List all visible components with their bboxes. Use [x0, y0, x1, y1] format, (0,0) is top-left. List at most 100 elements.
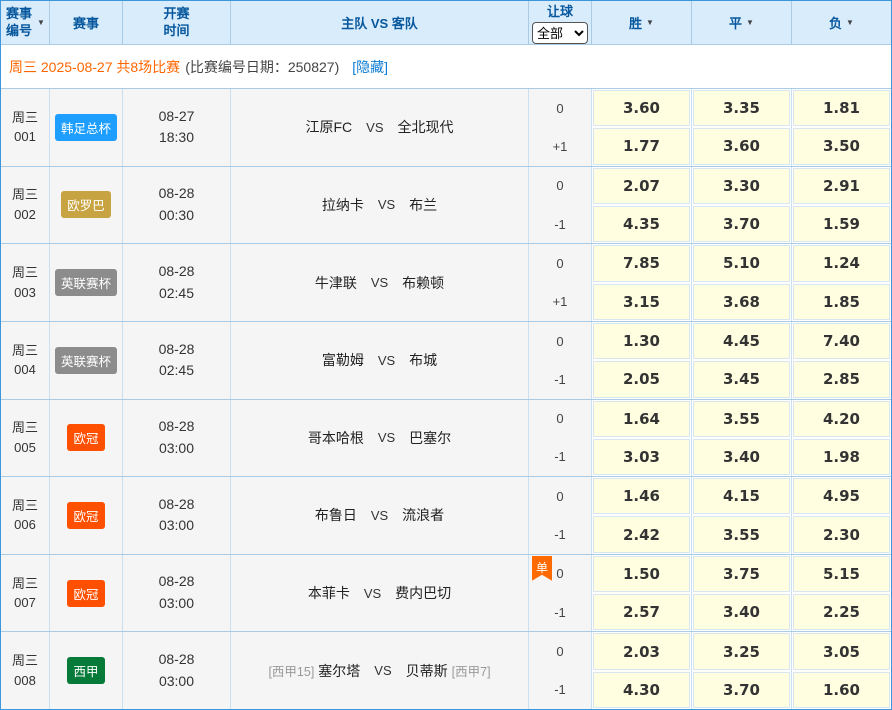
handicap-value: 0 [529, 89, 591, 127]
lose-odds[interactable]: 1.59 [793, 206, 890, 242]
teams-cell: 牛津联VS布赖顿 [231, 244, 529, 321]
column-header-win[interactable]: 胜▼ [592, 1, 692, 44]
win-odds[interactable]: 2.42 [593, 516, 690, 552]
column-header-lose[interactable]: 负▼ [792, 1, 891, 44]
win-odds[interactable]: 1.77 [593, 128, 690, 164]
filter-arrow-icon[interactable]: ▼ [846, 18, 854, 27]
vs-label: VS [371, 275, 388, 290]
column-header-label: 赛事编号 [5, 6, 33, 40]
lose-odds[interactable]: 4.95 [793, 478, 890, 514]
draw-odds[interactable]: 3.25 [693, 633, 790, 669]
lose-odds[interactable]: 2.85 [793, 361, 890, 397]
win-odds[interactable]: 7.85 [593, 245, 690, 281]
vs-label: VS [364, 586, 381, 601]
lose-odds[interactable]: 7.40 [793, 323, 890, 359]
away-team: 布城 [409, 350, 437, 370]
league-cell: 欧冠 [50, 555, 123, 632]
win-odds-column: 1.643.03 [592, 400, 692, 477]
lose-odds[interactable]: 1.60 [793, 672, 890, 708]
draw-odds[interactable]: 3.45 [693, 361, 790, 397]
match-row: 周三005 欧冠 08-2803:00 哥本哈根VS巴塞尔 0-1 1.643.… [1, 400, 891, 478]
lose-odds-column: 4.952.30 [792, 477, 891, 554]
win-odds[interactable]: 2.05 [593, 361, 690, 397]
win-odds[interactable]: 1.64 [593, 401, 690, 437]
draw-odds[interactable]: 3.55 [693, 401, 790, 437]
win-odds[interactable]: 4.35 [593, 206, 690, 242]
lose-odds-column: 4.201.98 [792, 400, 891, 477]
draw-odds[interactable]: 3.75 [693, 556, 790, 592]
draw-odds[interactable]: 3.55 [693, 516, 790, 552]
draw-odds-column: 3.353.60 [692, 89, 792, 166]
draw-odds-column: 4.453.45 [692, 322, 792, 399]
lose-odds[interactable]: 2.25 [793, 594, 890, 630]
lose-odds[interactable]: 1.98 [793, 439, 890, 475]
kickoff-time: 08-2802:45 [123, 244, 231, 321]
match-row: 周三003 英联赛杯 08-2802:45 牛津联VS布赖顿 0+1 7.853… [1, 244, 891, 322]
draw-odds[interactable]: 3.35 [693, 90, 790, 126]
column-header-league: 赛事 [50, 1, 123, 44]
sort-arrow-icon[interactable]: ▼ [37, 18, 45, 27]
column-header-teams: 主队 VS 客队 [231, 1, 529, 44]
lose-odds-column: 2.911.59 [792, 167, 891, 244]
win-odds[interactable]: 3.60 [593, 90, 690, 126]
column-header-draw[interactable]: 平▼ [692, 1, 792, 44]
win-odds[interactable]: 2.07 [593, 168, 690, 204]
lose-odds[interactable]: 1.81 [793, 90, 890, 126]
draw-odds[interactable]: 3.70 [693, 206, 790, 242]
draw-odds[interactable]: 3.40 [693, 439, 790, 475]
league-badge: 欧冠 [67, 502, 104, 529]
lose-odds[interactable]: 3.50 [793, 128, 890, 164]
lose-odds[interactable]: 1.85 [793, 284, 890, 320]
kickoff-time: 08-2802:45 [123, 322, 231, 399]
draw-odds[interactable]: 5.10 [693, 245, 790, 281]
match-id: 周三002 [1, 167, 50, 244]
draw-odds[interactable]: 3.68 [693, 284, 790, 320]
home-team: 江原FC [305, 117, 352, 137]
draw-odds[interactable]: 3.40 [693, 594, 790, 630]
away-rank: [西甲7] [452, 661, 491, 680]
table-body: 周三001 韩足总杯 08-2718:30 江原FCVS全北现代 0+1 3.6… [1, 89, 891, 709]
lose-odds-column: 1.813.50 [792, 89, 891, 166]
draw-odds[interactable]: 3.70 [693, 672, 790, 708]
hide-link[interactable]: [隐藏] [352, 57, 388, 77]
lose-odds[interactable]: 3.05 [793, 633, 890, 669]
draw-odds[interactable]: 4.45 [693, 323, 790, 359]
filter-arrow-icon[interactable]: ▼ [746, 18, 754, 27]
lose-odds[interactable]: 2.91 [793, 168, 890, 204]
win-odds[interactable]: 1.30 [593, 323, 690, 359]
away-team: 流浪者 [402, 505, 444, 525]
home-team: 哥本哈根 [308, 428, 364, 448]
filter-arrow-icon[interactable]: ▼ [646, 18, 654, 27]
handicap-value: +1 [529, 283, 591, 321]
lose-odds[interactable]: 5.15 [793, 556, 890, 592]
handicap-cell: 单0-1 [529, 555, 592, 632]
lose-odds[interactable]: 4.20 [793, 401, 890, 437]
match-id: 周三003 [1, 244, 50, 321]
away-team: 全北现代 [398, 117, 454, 137]
win-odds[interactable]: 1.46 [593, 478, 690, 514]
league-cell: 英联赛杯 [50, 322, 123, 399]
draw-odds-column: 5.103.68 [692, 244, 792, 321]
handicap-value: -1 [529, 438, 591, 476]
match-id: 周三005 [1, 400, 50, 477]
handicap-value: -1 [529, 205, 591, 243]
handicap-cell: 0-1 [529, 632, 592, 709]
home-team: 富勒姆 [322, 350, 364, 370]
column-header-match-number[interactable]: 赛事编号 ▼ [1, 1, 50, 44]
match-id: 周三004 [1, 322, 50, 399]
match-id: 周三006 [1, 477, 50, 554]
league-badge: 英联赛杯 [55, 347, 117, 374]
league-cell: 西甲 [50, 632, 123, 709]
win-odds[interactable]: 3.15 [593, 284, 690, 320]
win-odds[interactable]: 4.30 [593, 672, 690, 708]
draw-odds[interactable]: 4.15 [693, 478, 790, 514]
lose-odds[interactable]: 2.30 [793, 516, 890, 552]
win-odds[interactable]: 1.50 [593, 556, 690, 592]
win-odds[interactable]: 3.03 [593, 439, 690, 475]
handicap-filter-select[interactable]: 全部 [532, 22, 588, 44]
draw-odds[interactable]: 3.60 [693, 128, 790, 164]
lose-odds[interactable]: 1.24 [793, 245, 890, 281]
win-odds[interactable]: 2.03 [593, 633, 690, 669]
draw-odds[interactable]: 3.30 [693, 168, 790, 204]
win-odds[interactable]: 2.57 [593, 594, 690, 630]
